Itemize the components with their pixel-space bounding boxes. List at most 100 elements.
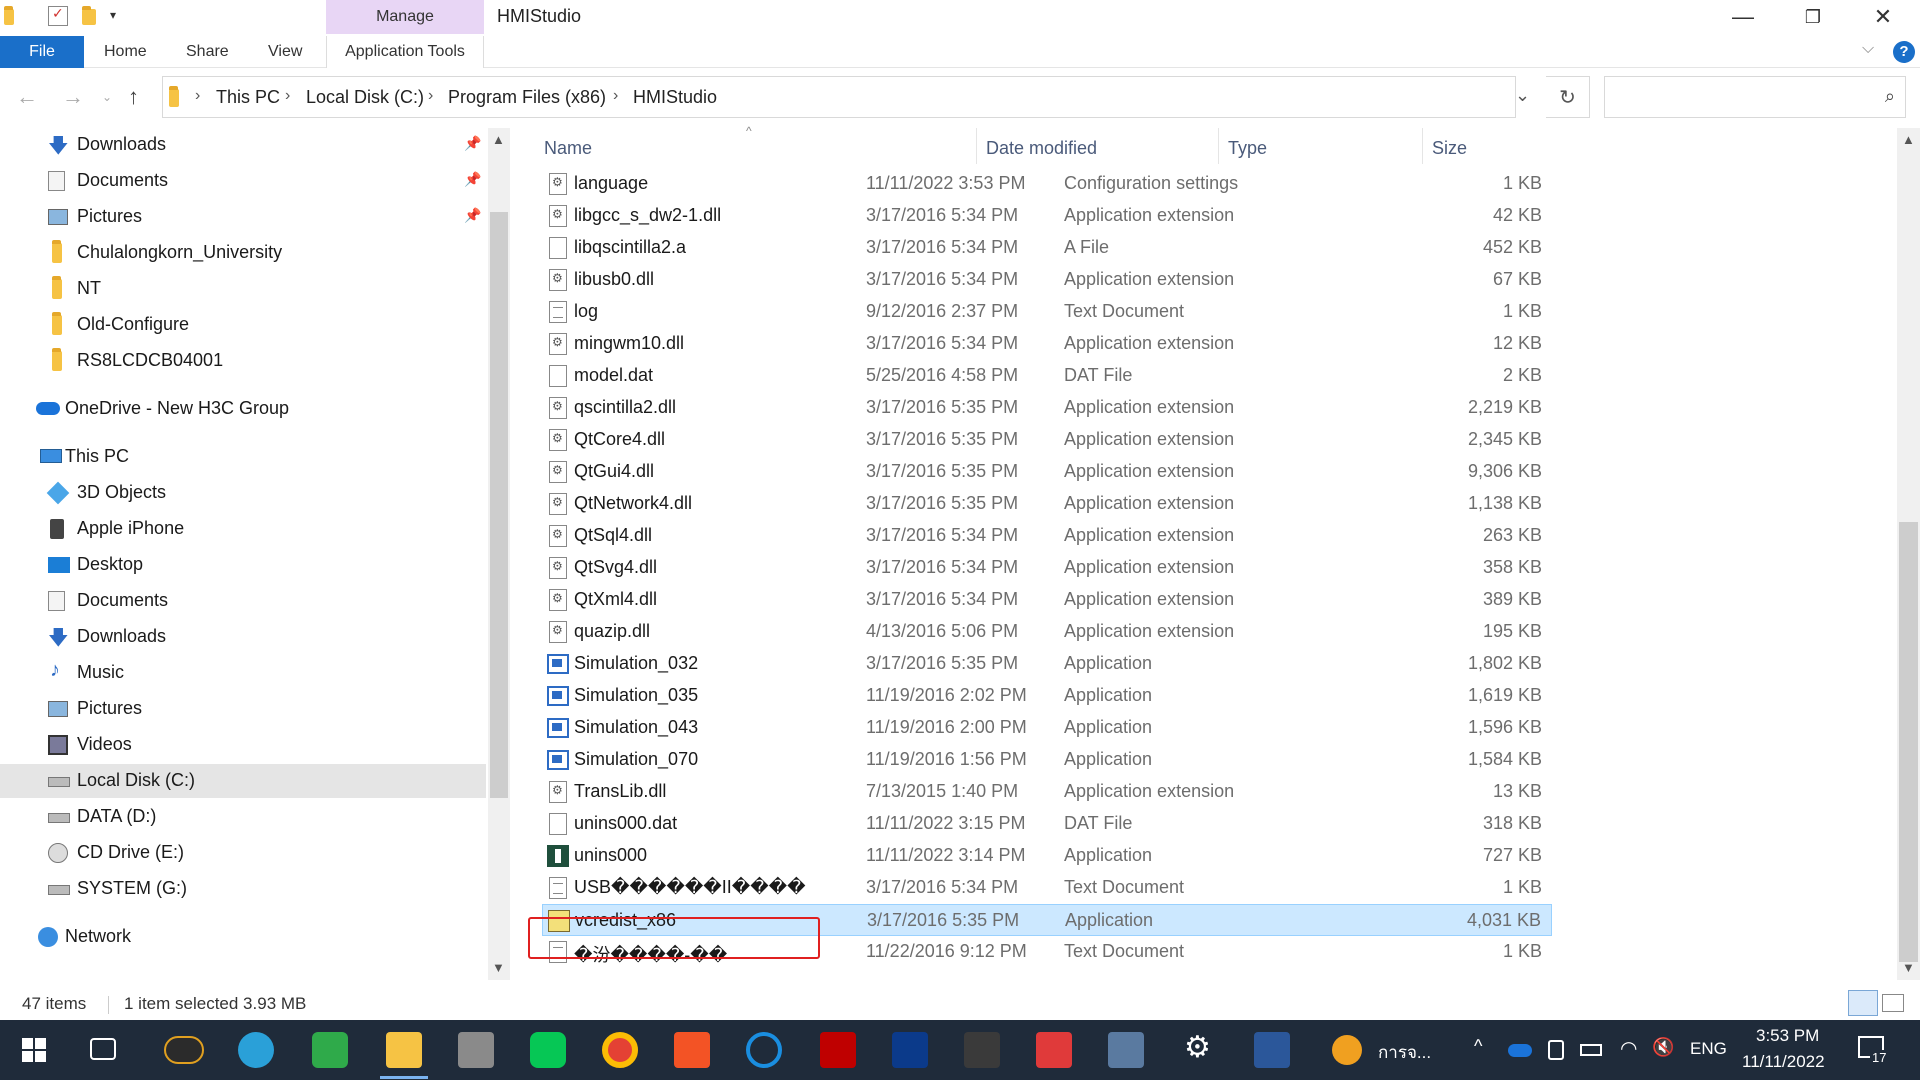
nav-quick-chulalongkorn[interactable]: Chulalongkorn_University — [0, 236, 486, 270]
breadcrumb-hmistudio[interactable]: HMIStudio — [633, 87, 717, 108]
table-row[interactable]: libusb0.dll 3/17/2016 5:34 PM Application … — [542, 264, 1552, 296]
table-row[interactable]: Simulation_032 3/17/2016 5:35 PM Applicati… — [542, 648, 1552, 680]
recent-locations-icon[interactable]: ⌄ — [102, 90, 112, 104]
windows-start-icon[interactable] — [22, 1038, 46, 1062]
breadcrumb-program-files[interactable]: Program Files (x86) — [448, 87, 606, 108]
usb-tray-icon[interactable] — [1548, 1040, 1564, 1060]
tab-application-tools[interactable]: Application Tools — [326, 36, 484, 68]
content-scroll-up-icon[interactable]: ▲ — [1902, 132, 1915, 147]
nav-quick-documents[interactable]: Documents 📌 — [0, 164, 486, 198]
nav-apple-iphone[interactable]: Apple iPhone — [0, 512, 486, 546]
column-divider[interactable] — [1422, 128, 1423, 164]
forward-arrow-icon[interactable]: → — [62, 84, 84, 110]
snipping-tool-icon[interactable] — [964, 1032, 1000, 1068]
table-row[interactable]: QtSvg4.dll 3/17/2016 5:34 PM Application e… — [542, 552, 1552, 584]
anydesk-icon[interactable] — [1036, 1032, 1072, 1068]
onedrive-tray-icon[interactable] — [1508, 1044, 1532, 1057]
column-header-name[interactable]: Name — [544, 138, 592, 159]
table-row[interactable]: libgcc_s_dw2-1.dll 3/17/2016 5:34 PM Appli… — [542, 200, 1552, 232]
content-scrollbar-thumb[interactable] — [1899, 522, 1918, 962]
table-row[interactable]: quazip.dll 4/13/2016 5:06 PM Application e… — [542, 616, 1552, 648]
nav-pictures[interactable]: Pictures — [0, 692, 486, 726]
content-scroll-down-icon[interactable]: ▼ — [1902, 960, 1915, 975]
table-row[interactable]: QtXml4.dll 3/17/2016 5:34 PM Application e… — [542, 584, 1552, 616]
tab-file[interactable]: File — [0, 36, 84, 68]
address-bar[interactable]: › This PC › Local Disk (C:) › Program Fi… — [162, 76, 1530, 118]
table-row[interactable]: model.dat 5/25/2016 4:58 PM DAT File 2 KB — [542, 360, 1552, 392]
table-row[interactable]: USB������II���� 3/17/2016 5:34 PM Text Doc… — [542, 872, 1552, 904]
filezilla-icon[interactable] — [820, 1032, 856, 1068]
column-header-date[interactable]: Date modified — [986, 138, 1097, 159]
back-arrow-icon[interactable]: ← — [16, 84, 38, 110]
table-row[interactable]: TransLib.dll 7/13/2015 1:40 PM Application… — [542, 776, 1552, 808]
table-row[interactable]: mingwm10.dll 3/17/2016 5:34 PM Application… — [542, 328, 1552, 360]
edge-browser-icon[interactable] — [238, 1032, 274, 1068]
nav-data-d[interactable]: DATA (D:) — [0, 800, 486, 834]
table-row[interactable]: QtGui4.dll 3/17/2016 5:35 PM Application e… — [542, 456, 1552, 488]
store-icon[interactable] — [674, 1032, 710, 1068]
nav-quick-nt[interactable]: NT — [0, 272, 486, 306]
table-row[interactable]: unins000.dat 11/11/2022 3:15 PM DAT File 31… — [542, 808, 1552, 840]
table-row[interactable]: Simulation_043 11/19/2016 2:00 PM Applicat… — [542, 712, 1552, 744]
restore-button[interactable]: ❐ — [1778, 0, 1848, 34]
table-row[interactable]: unins000 11/11/2022 3:14 PM Application 727… — [542, 840, 1552, 872]
nav-system-g[interactable]: SYSTEM (G:) — [0, 872, 486, 906]
breadcrumb-separator-icon[interactable]: › — [285, 87, 290, 105]
show-hidden-icons[interactable]: ^ — [1474, 1036, 1482, 1057]
nav-cd-drive-e[interactable]: CD Drive (E:) — [0, 836, 486, 870]
nav-this-pc[interactable]: This PC — [0, 440, 486, 474]
nav-scroll-up-icon[interactable]: ▲ — [492, 132, 505, 147]
3cd-app-icon[interactable] — [892, 1032, 928, 1068]
taskbar-pinned-label[interactable]: การจ... — [1378, 1039, 1431, 1066]
table-row[interactable]: QtSql4.dll 3/17/2016 5:34 PM Application e… — [542, 520, 1552, 552]
large-icons-view-icon[interactable] — [1882, 994, 1904, 1012]
line-app-icon[interactable] — [530, 1032, 566, 1068]
table-row[interactable]: Simulation_035 11/19/2016 2:02 PM Applicat… — [542, 680, 1552, 712]
up-arrow-icon[interactable]: ↑ — [128, 84, 139, 110]
pin-icon[interactable]: 📌 — [464, 135, 481, 152]
thai-app-icon[interactable] — [1332, 1035, 1362, 1065]
expand-ribbon-icon[interactable]: ⌵ — [1862, 40, 1874, 58]
wifi-icon[interactable]: ◠ — [1620, 1036, 1637, 1061]
pin-icon[interactable]: 📌 — [464, 207, 481, 224]
nav-videos[interactable]: Videos — [0, 728, 486, 762]
nav-quick-old-configure[interactable]: Old-Configure — [0, 308, 486, 342]
nav-documents[interactable]: Documents — [0, 584, 486, 618]
breadcrumb-separator-icon[interactable]: › — [428, 87, 433, 105]
column-divider[interactable] — [976, 128, 977, 164]
properties-icon[interactable]: ✓ — [48, 5, 68, 26]
customize-quick-access-icon[interactable]: ▾ — [110, 8, 130, 28]
table-row[interactable]: log 9/12/2016 2:37 PM Text Document 1 KB — [542, 296, 1552, 328]
column-header-size[interactable]: Size — [1432, 138, 1467, 159]
nav-downloads[interactable]: 🡇 Downloads — [0, 620, 486, 654]
volume-muted-icon[interactable]: 🔇 — [1652, 1037, 1674, 1058]
file-explorer-taskbar-icon[interactable] — [386, 1032, 422, 1068]
refresh-button[interactable]: ↻ — [1546, 76, 1590, 118]
tab-view[interactable]: View — [268, 36, 302, 68]
search-input[interactable]: ⌕ — [1604, 76, 1906, 118]
close-button[interactable]: ✕ — [1848, 0, 1918, 34]
settings-gear-icon[interactable]: ⚙ — [1182, 1031, 1218, 1068]
breadcrumb-this-pc[interactable]: This PC — [216, 87, 280, 108]
nav-3d-objects[interactable]: 3D Objects — [0, 476, 486, 510]
minimize-button[interactable]: — — [1708, 0, 1778, 34]
task-view-icon[interactable] — [90, 1038, 116, 1060]
help-icon[interactable]: ? — [1893, 41, 1915, 63]
nav-onedrive[interactable]: OneDrive - New H3C Group — [0, 392, 486, 426]
word-icon[interactable] — [1254, 1032, 1290, 1068]
new-folder-icon[interactable] — [82, 6, 96, 25]
clock-date[interactable]: 11/11/2022 — [1742, 1052, 1825, 1072]
battery-icon[interactable] — [1580, 1044, 1602, 1056]
column-header-type[interactable]: Type — [1228, 138, 1267, 159]
address-dropdown-icon[interactable]: ⌄ — [1515, 85, 1530, 106]
breadcrumb-separator-icon[interactable]: › — [195, 87, 200, 105]
nav-scrollbar-thumb[interactable] — [490, 212, 508, 798]
language-indicator[interactable]: ENG — [1690, 1039, 1727, 1059]
network-tool-icon[interactable] — [312, 1032, 348, 1068]
chrome-icon[interactable] — [602, 1032, 638, 1068]
folder-icon[interactable] — [4, 6, 14, 25]
chat-app-icon[interactable] — [746, 1032, 782, 1068]
table-row[interactable]: QtNetwork4.dll 3/17/2016 5:35 PM Applicati… — [542, 488, 1552, 520]
nav-scroll-down-icon[interactable]: ▼ — [492, 960, 505, 975]
nav-desktop[interactable]: Desktop — [0, 548, 486, 582]
